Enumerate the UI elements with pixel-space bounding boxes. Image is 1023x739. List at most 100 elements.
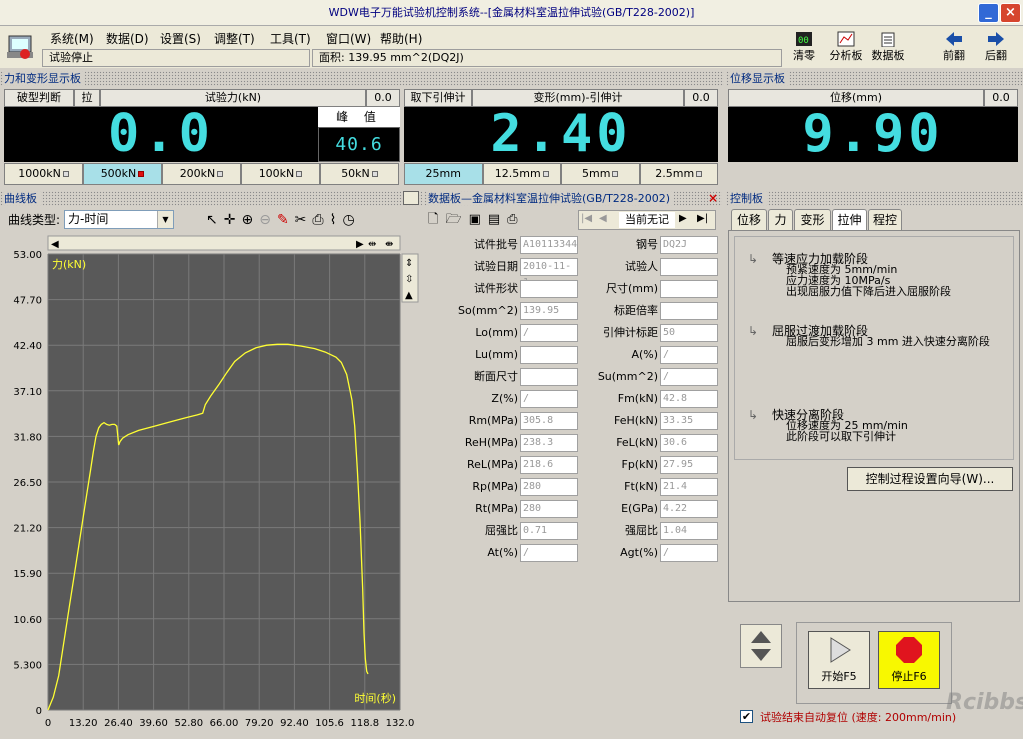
field-input[interactable]: / xyxy=(520,324,578,342)
control-tab[interactable]: 力 xyxy=(768,209,793,231)
last-record-icon[interactable]: ▶| xyxy=(697,213,708,224)
field-input[interactable]: 1.04 xyxy=(660,522,718,540)
break-judge-button[interactable]: 破型判断 xyxy=(4,89,74,107)
force-range-button[interactable]: 50kN xyxy=(320,163,399,185)
zero-button[interactable]: 00 清零 xyxy=(784,31,824,67)
data-board-button[interactable]: 数据板 xyxy=(868,31,908,67)
deform-range-button[interactable]: 12.5mm xyxy=(482,163,561,185)
zoom-in-icon[interactable]: ⊕ xyxy=(241,212,259,228)
prev-record-icon[interactable]: ◀ xyxy=(599,213,607,224)
fit-height-icon[interactable]: ⇕ xyxy=(405,258,413,269)
print-icon[interactable]: ⎙ xyxy=(507,212,524,227)
force-range-button[interactable]: 100kN xyxy=(241,163,320,185)
field-input[interactable]: 33.35 xyxy=(660,412,718,430)
menu-item-2[interactable]: 设置(S) xyxy=(160,30,201,48)
minimize-button[interactable]: _ xyxy=(978,3,999,23)
control-tab[interactable]: 位移 xyxy=(731,209,767,231)
clock-icon[interactable]: ◷ xyxy=(342,212,360,228)
field-input[interactable]: 218.6 xyxy=(520,456,578,474)
field-input[interactable]: / xyxy=(660,544,718,562)
print-icon[interactable]: ⎙ xyxy=(312,212,329,228)
menu-item-1[interactable]: 数据(D) xyxy=(106,30,149,48)
save-icon[interactable]: ▣ xyxy=(469,212,488,227)
pen-icon[interactable]: ✎ xyxy=(277,212,295,228)
pointer-icon[interactable]: ↖ xyxy=(206,212,224,228)
scroll-left-icon[interactable]: ◀ xyxy=(51,239,59,250)
zoom-out-icon[interactable]: ⊖ xyxy=(259,212,277,228)
field-input[interactable]: DQ2J xyxy=(660,236,718,254)
crosshair-icon[interactable]: ✛ xyxy=(224,212,242,228)
new-file-icon[interactable]: 🗋 xyxy=(428,212,445,227)
menu-item-4[interactable]: 工具(T) xyxy=(270,30,311,48)
field-input[interactable]: A10113344 xyxy=(520,236,578,254)
control-tab[interactable]: 拉伸 xyxy=(832,209,867,232)
fit-width-icon[interactable]: ⇹ xyxy=(368,239,376,250)
scissors-icon[interactable]: ✂ xyxy=(295,212,313,228)
field-input[interactable]: 139.95 xyxy=(520,302,578,320)
force-range-button[interactable]: 500kN xyxy=(83,163,162,185)
remove-extensometer-button[interactable]: 取下引伸计 xyxy=(404,89,472,107)
field-input[interactable] xyxy=(660,302,718,320)
field-input[interactable]: 280 xyxy=(520,500,578,518)
scroll-right-icon[interactable]: ▶ xyxy=(356,239,364,250)
field-input[interactable]: 42.8 xyxy=(660,390,718,408)
curve-type-select[interactable]: 力-时间 ▼ xyxy=(64,210,174,229)
field-input[interactable]: 280 xyxy=(520,478,578,496)
control-tab[interactable]: 变形 xyxy=(794,209,831,231)
first-record-icon[interactable]: |◀ xyxy=(581,213,592,224)
chart-line-icon[interactable]: ⌇ xyxy=(330,212,343,228)
expand-height-icon[interactable]: ⇳ xyxy=(405,274,413,285)
deform-range-button[interactable]: 5mm xyxy=(561,163,640,185)
deform-range-button[interactable]: 25mm xyxy=(404,163,483,185)
scroll-up-icon[interactable]: ▲ xyxy=(405,290,413,301)
field-input[interactable]: 0.71 xyxy=(520,522,578,540)
stage-detail: 屈服后变形增加 3 mm 进入快速分离阶段 xyxy=(786,335,990,348)
field-input[interactable]: / xyxy=(660,368,718,386)
menu-item-6[interactable]: 帮助(H) xyxy=(380,30,422,48)
field-input[interactable]: / xyxy=(520,390,578,408)
close-button[interactable]: × xyxy=(1000,3,1021,23)
next-page-button[interactable]: 后翻 xyxy=(976,31,1016,67)
field-label: 尺寸(mm) xyxy=(605,282,658,295)
analysis-board-button[interactable]: 分析板 xyxy=(826,31,866,67)
field-input[interactable] xyxy=(520,280,578,298)
y-tick-label: 42.40 xyxy=(13,341,42,352)
field-input[interactable]: 30.6 xyxy=(660,434,718,452)
field-input[interactable]: / xyxy=(660,346,718,364)
curve-toolbar: ↖✛⊕⊖✎✂⎙⌇◷ xyxy=(206,210,420,230)
prev-page-button[interactable]: 前翻 xyxy=(934,31,974,67)
auto-reset-checkbox[interactable]: ✔ xyxy=(740,710,753,723)
field-input[interactable] xyxy=(520,368,578,386)
menu-item-0[interactable]: 系统(M) xyxy=(50,30,94,48)
menu-item-3[interactable]: 调整(T) xyxy=(214,30,255,48)
field-input[interactable] xyxy=(520,346,578,364)
control-wizard-button[interactable]: 控制过程设置向导(W)... xyxy=(847,467,1013,491)
field-input[interactable] xyxy=(660,280,718,298)
data-panel-close-icon[interactable]: × xyxy=(708,192,720,204)
control-tab[interactable]: 程控 xyxy=(868,209,902,231)
field-input[interactable]: 4.22 xyxy=(660,500,718,518)
start-button[interactable]: 开始F5 xyxy=(808,631,870,689)
report-icon[interactable]: ▤ xyxy=(488,212,507,227)
field-label: 断面尺寸 xyxy=(474,370,518,383)
record-navigator[interactable]: |◀ ◀ 当前无记 ▶ ▶| xyxy=(578,210,716,230)
field-input[interactable]: 27.95 xyxy=(660,456,718,474)
deform-range-button[interactable]: 2.5mm xyxy=(639,163,718,185)
menu-item-5[interactable]: 窗口(W) xyxy=(326,30,371,48)
open-folder-icon[interactable]: 🗁 xyxy=(445,212,468,227)
scroll-toggle-button[interactable] xyxy=(740,624,782,668)
horizontal-scrollbar[interactable] xyxy=(47,235,401,251)
force-range-button[interactable]: 200kN xyxy=(162,163,241,185)
field-input[interactable]: / xyxy=(520,544,578,562)
field-input[interactable]: 2010-11-1 xyxy=(520,258,578,288)
force-range-button[interactable]: 1000kN xyxy=(4,163,83,185)
field-input[interactable]: 21.4 xyxy=(660,478,718,496)
panel-toggle-icon[interactable] xyxy=(403,191,419,205)
field-input[interactable]: 305.8 xyxy=(520,412,578,430)
expand-width-icon[interactable]: ⇼ xyxy=(385,239,393,250)
field-input[interactable]: 50 xyxy=(660,324,718,342)
field-input[interactable]: 238.3 xyxy=(520,434,578,452)
stop-button[interactable]: 停止F6 xyxy=(878,631,940,689)
next-record-icon[interactable]: ▶ xyxy=(679,213,687,224)
field-input[interactable] xyxy=(660,258,718,276)
